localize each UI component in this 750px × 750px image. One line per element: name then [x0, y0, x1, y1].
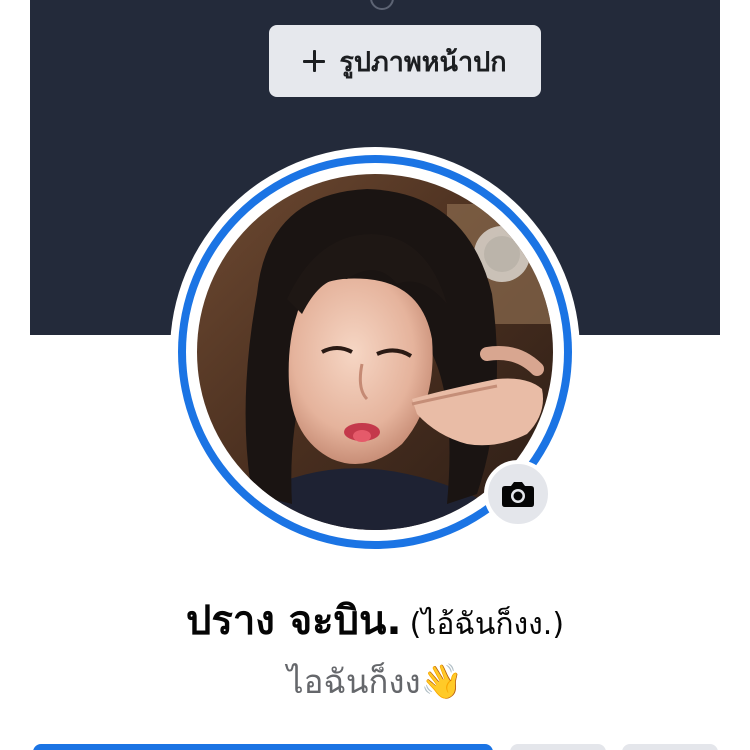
- camera-icon: [502, 482, 534, 507]
- profile-page: รูปภาพหน้าปก ปราง จะบิน. (ไอ้ฉันก็งง.) ไ…: [0, 0, 750, 750]
- edit-profile-button[interactable]: [510, 744, 606, 750]
- waving-hand-icon: 👋: [420, 662, 463, 702]
- add-to-story-button[interactable]: [33, 744, 493, 750]
- profile-display-name: ปราง จะบิน.: [185, 598, 402, 644]
- cover-top-icon: [370, 0, 394, 10]
- plus-icon: [303, 50, 326, 72]
- profile-alternate-name: (ไอ้ฉันก็งง.): [409, 607, 565, 642]
- more-options-button[interactable]: [622, 744, 718, 750]
- add-cover-photo-label: รูปภาพหน้าปก: [339, 46, 507, 77]
- change-profile-photo-button[interactable]: [484, 460, 552, 528]
- profile-name: ปราง จะบิน. (ไอ้ฉันก็งง.): [0, 588, 750, 652]
- profile-bio-text: ไอฉันก็งง: [286, 662, 421, 701]
- add-cover-photo-button[interactable]: รูปภาพหน้าปก: [269, 25, 541, 97]
- profile-bio: ไอฉันก็งง👋: [0, 655, 750, 708]
